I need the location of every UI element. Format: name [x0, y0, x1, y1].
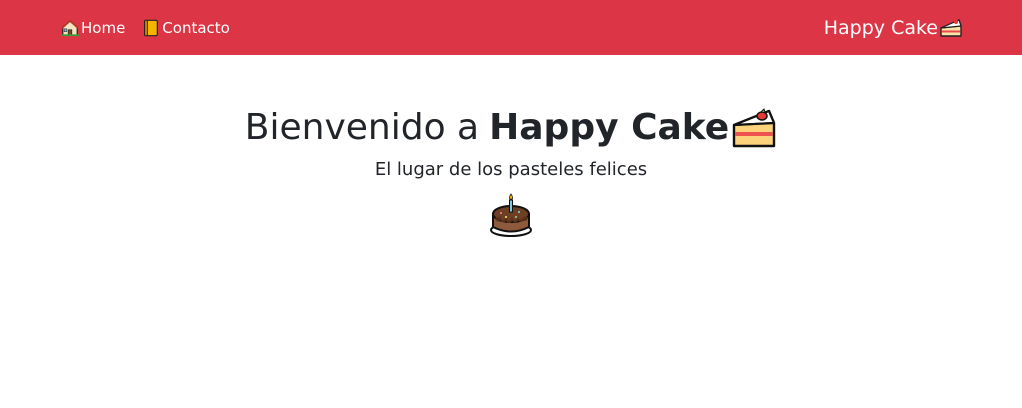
house-icon [61, 19, 79, 36]
navbar-brand[interactable]: Happy Cake [824, 0, 963, 55]
birthday-cake-icon [490, 193, 532, 237]
page-title: Bienvenido a Happy Cake [0, 100, 1022, 156]
cake-slice-icon [733, 108, 776, 148]
nav-home-link[interactable]: Home [61, 19, 125, 37]
navbar: Home Contacto Happy Cake [0, 0, 1022, 55]
brand-label: Happy Cake [823, 16, 938, 39]
cake-slice-icon [940, 18, 962, 37]
nav-links: Home Contacto [61, 0, 247, 55]
nav-contact-link[interactable]: Contacto [142, 19, 230, 37]
title-brand: Happy Cake [489, 107, 730, 148]
nav-contact-label: Contacto [162, 18, 230, 37]
page-subtitle: El lugar de los pasteles felices [374, 159, 648, 180]
notebook-icon [144, 19, 159, 36]
title-prefix: Bienvenido a [244, 107, 480, 148]
cake-illustration [0, 192, 1022, 238]
nav-home-label: Home [81, 18, 126, 37]
hero-section: Bienvenido a Happy Cake El lugar de los … [0, 100, 1022, 238]
